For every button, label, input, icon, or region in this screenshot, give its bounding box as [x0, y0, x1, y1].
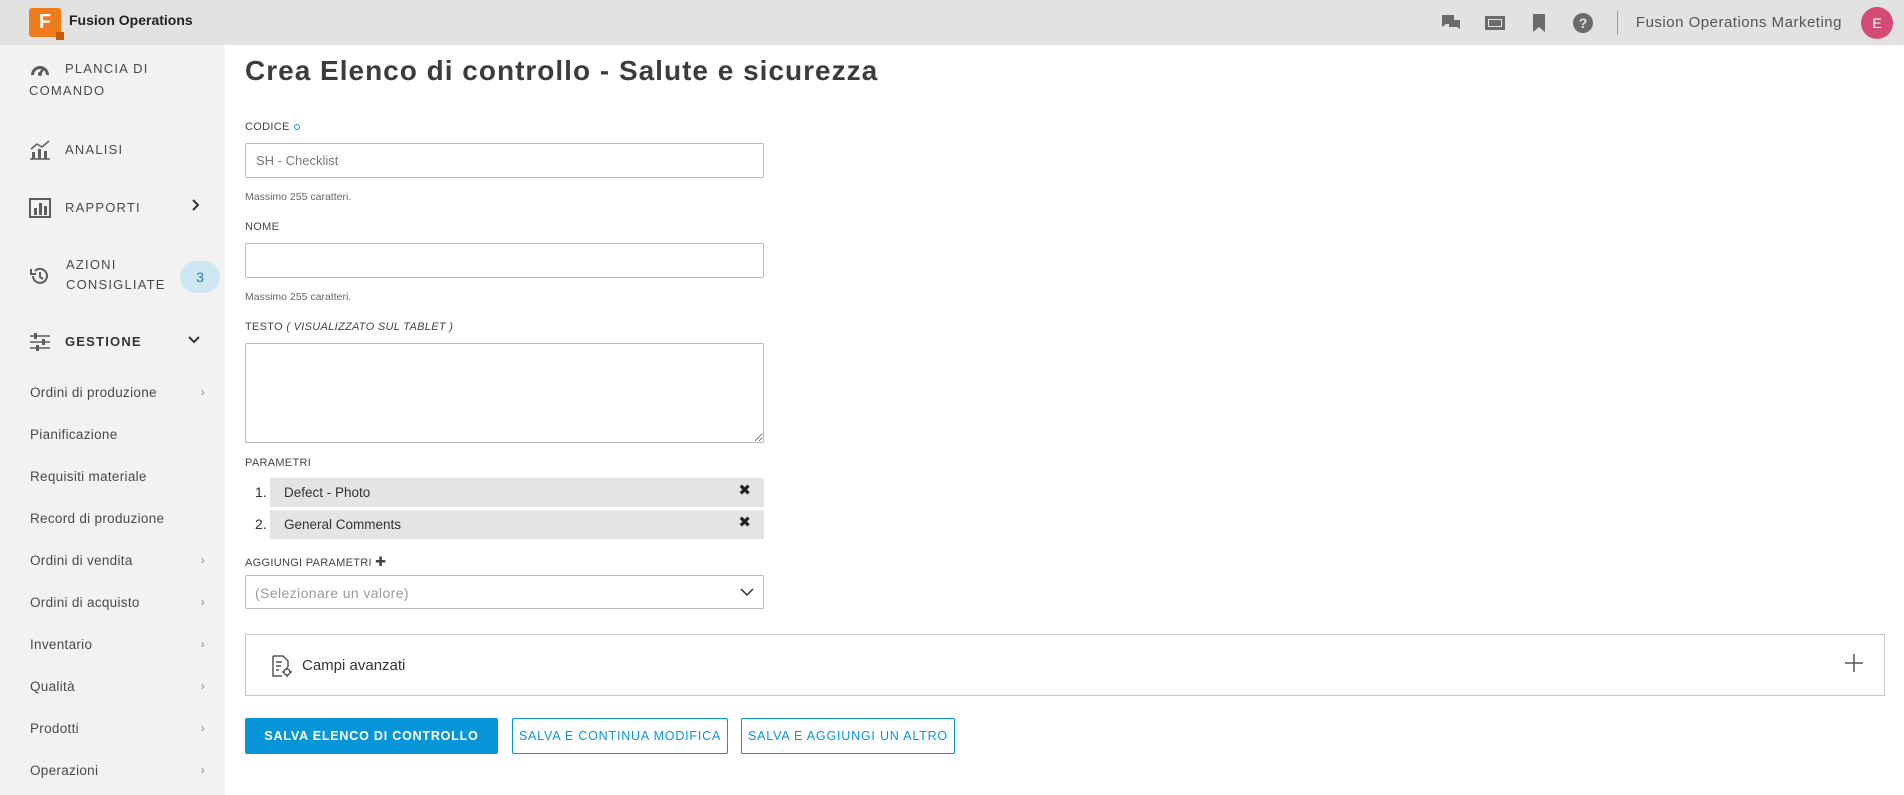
page-title: Crea Elenco di controllo - Salute e sicu…: [245, 55, 879, 86]
sidebar-subitem-label: Operazioni: [30, 763, 99, 778]
add-parameters-label: AGGIUNGI PARAMETRI ✚: [245, 554, 386, 570]
chevron-right-icon: ›: [200, 637, 205, 651]
add-parameters-select[interactable]: (Selezionare un valore): [245, 575, 764, 609]
chevron-right-icon: ›: [200, 553, 205, 567]
advanced-fields-label: Campi avanzati: [302, 657, 406, 674]
text-label: TESTO ( VISUALIZZATO SUL TABLET ): [245, 321, 453, 333]
save-add-another-button[interactable]: SALVA E AGGIUNGI UN ALTRO: [741, 718, 955, 754]
sidebar-subitem-material-requirements[interactable]: Requisiti materiale: [30, 469, 205, 484]
sidebar-item-label: GESTIONE: [65, 334, 142, 349]
sidebar-item-label: RAPPORTI: [65, 200, 141, 215]
parameter-row: 2. General Comments ✖: [245, 510, 764, 539]
sidebar-item-label: CONSIGLIATE: [66, 277, 166, 292]
settings-document-icon: [269, 654, 293, 678]
parameter-name: Defect - Photo: [284, 485, 371, 500]
sidebar-item-dashboard[interactable]: PLANCIA DI COMANDO: [0, 59, 225, 103]
add-parameters-label-text: AGGIUNGI PARAMETRI: [245, 557, 372, 569]
plus-icon[interactable]: ✚: [375, 554, 386, 569]
chevron-right-icon: ›: [200, 595, 205, 609]
sidebar-subitem-operations[interactable]: Operazioni ›: [30, 763, 205, 778]
name-hint: Massimo 255 caratteri.: [245, 291, 352, 303]
sidebar-subitem-production-orders[interactable]: Ordini di produzione ›: [30, 385, 205, 400]
sidebar-item-label: ANALISI: [65, 142, 124, 157]
sidebar-subitem-label: Qualità: [30, 679, 75, 694]
sidebar-subitem-label: Inventario: [30, 637, 93, 652]
avatar[interactable]: E: [1861, 6, 1893, 39]
analytics-icon: [29, 140, 51, 162]
parameter-number: 2.: [255, 516, 267, 532]
history-icon: [29, 266, 51, 288]
advanced-fields-panel[interactable]: Campi avanzati: [245, 634, 1885, 696]
chevron-right-icon: ›: [200, 679, 205, 693]
code-label: CODICE: [245, 121, 300, 133]
sidebar-subitem-purchase-orders[interactable]: Ordini di acquisto ›: [30, 595, 205, 610]
sidebar-subitem-label: Ordini di vendita: [30, 553, 133, 568]
save-continue-button[interactable]: SALVA E CONTINUA MODIFICA: [512, 718, 728, 754]
remove-parameter-icon[interactable]: ✖: [738, 513, 751, 531]
parameter-chip[interactable]: Defect - Photo ✖: [270, 478, 764, 507]
dashboard-icon: [29, 59, 51, 81]
svg-text:?: ?: [1579, 15, 1588, 31]
sidebar-item-recommended-actions[interactable]: AZIONI CONSIGLIATE 3: [0, 255, 225, 299]
code-input[interactable]: [245, 143, 764, 178]
sidebar-subitem-label: Ordini di acquisto: [30, 595, 140, 610]
sidebar-subitem-sales-orders[interactable]: Ordini di vendita ›: [30, 553, 205, 568]
sliders-icon: [29, 332, 51, 354]
chevron-down-icon: [187, 332, 201, 348]
app-name[interactable]: Fusion Operations: [69, 12, 193, 28]
bookmark-icon[interactable]: [1527, 11, 1551, 35]
text-textarea[interactable]: [245, 343, 764, 443]
org-name[interactable]: Fusion Operations Marketing: [1636, 14, 1842, 31]
text-label-prefix: TESTO: [245, 321, 283, 333]
sidebar-subitem-label: Prodotti: [30, 721, 79, 736]
sidebar-subitem-label: Requisiti materiale: [30, 469, 147, 484]
sidebar-item-label: COMANDO: [29, 83, 106, 98]
expand-plus-icon[interactable]: [1842, 651, 1866, 675]
chat-icon[interactable]: [1439, 11, 1463, 35]
sidebar-item-management[interactable]: GESTIONE: [0, 332, 225, 354]
sidebar-item-label: PLANCIA DI: [65, 61, 149, 76]
top-bar: F Fusion Operations ? Fusion Operations …: [0, 0, 1904, 45]
name-label: NOME: [245, 221, 280, 233]
required-indicator-icon: [293, 124, 300, 131]
sidebar-subitem-quality[interactable]: Qualità ›: [30, 679, 205, 694]
sidebar-item-analytics[interactable]: ANALISI: [0, 140, 225, 162]
parameter-number: 1.: [255, 484, 267, 500]
parameter-row: 1. Defect - Photo ✖: [245, 478, 764, 507]
reports-icon: [29, 198, 51, 220]
select-placeholder: (Selezionare un valore): [255, 585, 409, 601]
chevron-down-icon: [740, 588, 754, 597]
sidebar-subitem-production-records[interactable]: Record di produzione: [30, 511, 205, 526]
chevron-right-icon: ›: [200, 721, 205, 735]
code-hint: Massimo 255 caratteri.: [245, 191, 352, 203]
parameter-name: General Comments: [284, 517, 402, 532]
sidebar-subitem-planning[interactable]: Pianificazione: [30, 427, 205, 442]
chevron-right-icon: ›: [200, 763, 205, 777]
chevron-right-icon: ›: [200, 385, 205, 399]
help-icon[interactable]: ?: [1571, 11, 1595, 35]
code-label-text: CODICE: [245, 121, 290, 133]
save-checklist-button[interactable]: SALVA ELENCO DI CONTROLLO: [245, 718, 498, 754]
sidebar-subitem-inventory[interactable]: Inventario ›: [30, 637, 205, 652]
remove-parameter-icon[interactable]: ✖: [738, 481, 751, 499]
parameters-label: PARAMETRI: [245, 457, 312, 469]
sidebar-subitem-label: Record di produzione: [30, 511, 165, 526]
sidebar-subitem-label: Pianificazione: [30, 427, 118, 442]
sidebar-subitem-label: Ordini di produzione: [30, 385, 157, 400]
text-label-suffix: ( VISUALIZZATO SUL TABLET ): [286, 321, 454, 333]
app-logo[interactable]: F: [29, 8, 64, 40]
sidebar-item-label: AZIONI: [66, 257, 117, 272]
film-icon[interactable]: [1483, 11, 1507, 35]
parameter-chip[interactable]: General Comments ✖: [270, 510, 764, 539]
notification-badge: 3: [180, 261, 220, 293]
topbar-divider: [1616, 10, 1618, 35]
name-input[interactable]: [245, 243, 764, 278]
sidebar: PLANCIA DI COMANDO ANALISI RAPPORTI AZIO…: [0, 45, 225, 795]
chevron-right-icon: [191, 198, 201, 215]
top-actions: ? Fusion Operations Marketing E: [1439, 0, 1904, 45]
sidebar-subitem-products[interactable]: Prodotti ›: [30, 721, 205, 736]
sidebar-item-reports[interactable]: RAPPORTI: [0, 198, 225, 220]
